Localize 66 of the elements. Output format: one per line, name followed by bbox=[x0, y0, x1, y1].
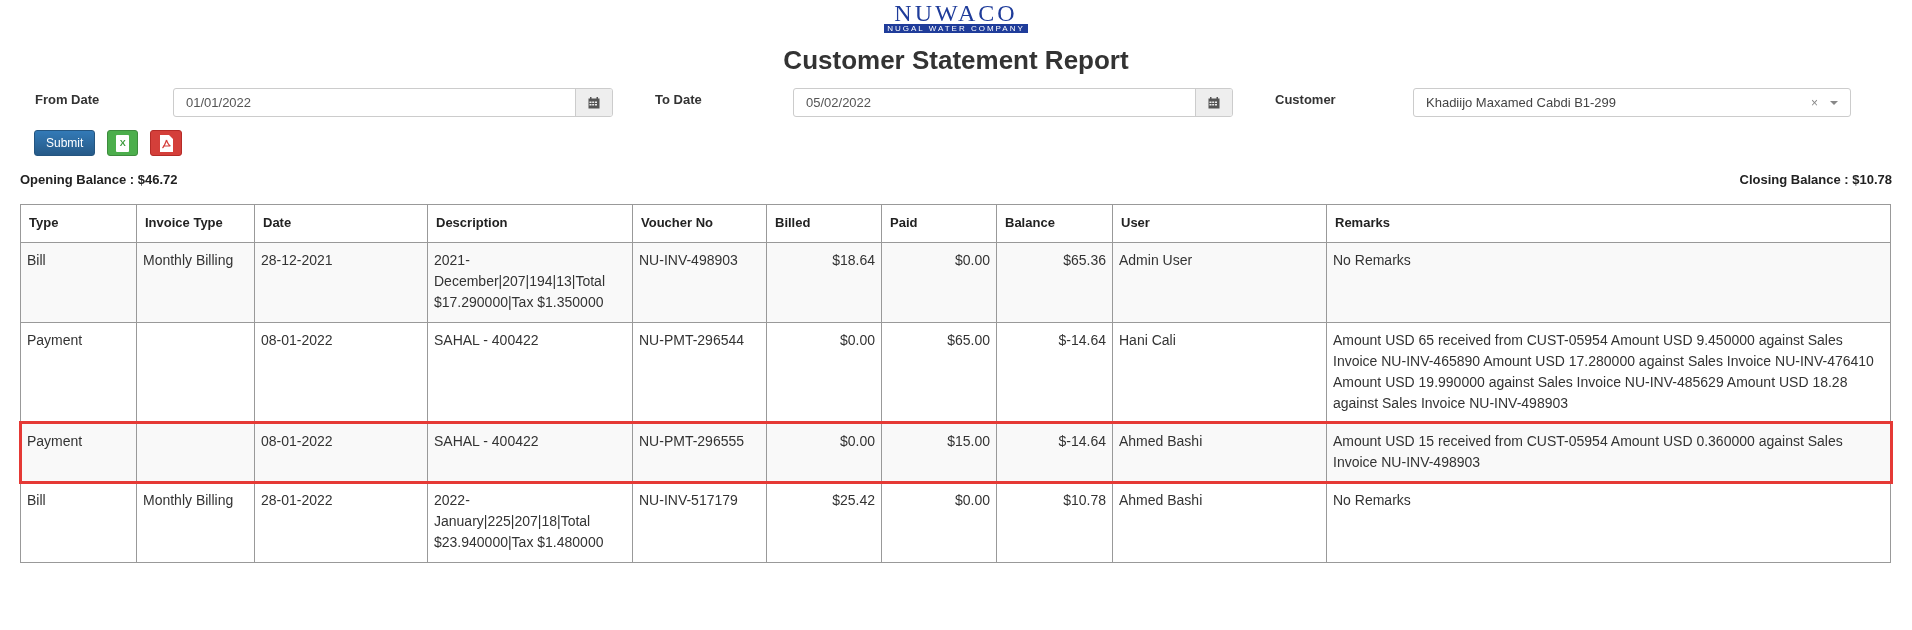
table-cell: Payment bbox=[27, 432, 83, 449]
date-field[interactable]: 05/02/2022 bbox=[793, 88, 1233, 117]
table-cell: SAHAL - 400422 bbox=[434, 331, 539, 348]
table-cell: No Remarks bbox=[1333, 491, 1411, 508]
table-cell: $15.00 bbox=[947, 432, 990, 449]
table-cell: Admin User bbox=[1119, 251, 1193, 268]
table-cell: SAHAL - 400422 bbox=[434, 432, 539, 449]
column-header: Date bbox=[254, 204, 428, 242]
table-cell: $-14.64 bbox=[1058, 432, 1106, 449]
table-cell: 08-01-2022 bbox=[261, 432, 333, 449]
table-cell: Amount USD 15 received from CUST-05954 Amount USD 0.360000 against Sales Invoice NU-INV-498903 bbox=[1333, 432, 1843, 470]
table-cell: NU-INV-517179 bbox=[639, 491, 738, 508]
table-cell: $18.64 bbox=[832, 251, 875, 268]
excel-export-button[interactable]: X bbox=[107, 130, 139, 156]
column-header: User bbox=[1112, 204, 1327, 242]
column-header: Description bbox=[427, 204, 633, 242]
table-cell: $25.42 bbox=[832, 491, 875, 508]
table-cell: Payment bbox=[27, 331, 83, 348]
table-cell: $-14.64 bbox=[1058, 331, 1106, 348]
table-cell: $65.36 bbox=[1063, 251, 1106, 268]
date-field[interactable]: 01/01/2022 bbox=[173, 88, 613, 117]
table-cell: Hani Cali bbox=[1119, 331, 1176, 348]
report-title: Customer Statement Report bbox=[782, 45, 1130, 75]
column-header: Paid bbox=[881, 204, 997, 242]
table-cell: Monthly Billing bbox=[143, 251, 234, 268]
table-cell: $0.00 bbox=[954, 491, 990, 508]
pdf-export-button[interactable] bbox=[150, 130, 183, 156]
field-label: Customer bbox=[1274, 90, 1337, 109]
table-cell: 2021-December|207|194|13|Total $17.290000|Tax $1.350000 bbox=[434, 251, 605, 310]
table-cell: Ahmed Bashi bbox=[1119, 491, 1203, 508]
pdf-file-icon bbox=[159, 134, 173, 152]
table-cell: NU-PMT-296544 bbox=[639, 331, 745, 348]
table-cell: 08-01-2022 bbox=[261, 331, 333, 348]
column-header: Invoice Type bbox=[136, 204, 255, 242]
closing-balance: Closing Balance : $10.78 bbox=[1739, 171, 1892, 189]
calendar-icon bbox=[588, 96, 600, 109]
column-header: Type bbox=[20, 204, 137, 242]
caret-icon bbox=[1830, 100, 1838, 105]
table-cell: No Remarks bbox=[1333, 251, 1411, 268]
column-header: Billed bbox=[766, 204, 882, 242]
table-cell: $0.00 bbox=[839, 331, 875, 348]
table-cell: $10.78 bbox=[1063, 491, 1106, 508]
table-cell: Bill bbox=[27, 491, 46, 508]
column-header: Voucher No bbox=[632, 204, 767, 242]
table-cell: NU-PMT-296555 bbox=[639, 432, 745, 449]
table-cell: $0.00 bbox=[839, 432, 875, 449]
table-cell: 2022-January|225|207|18|Total $23.940000|Tax $1.480000 bbox=[434, 491, 604, 550]
opening-balance: Opening Balance : $46.72 bbox=[20, 171, 178, 189]
table-cell: $65.00 bbox=[947, 331, 990, 348]
table-cell: 28-01-2022 bbox=[261, 491, 333, 508]
company-logo: NUWACO NUGAL WATER COMPANY bbox=[884, 2, 1028, 33]
table-cell: Ahmed Bashi bbox=[1119, 432, 1203, 449]
field-label: From Date bbox=[34, 90, 101, 109]
table-cell: Amount USD 65 received from CUST-05954 Amount USD 9.450000 against Sales Invoice NU-INV-465890 Amount USD 17.280000 against Sales Invoice NU-INV-476410 Amount USD 19.990000 against Sales Invoice NU-INV-485629 Amount USD 18.28 against Sales Invoice NU-INV-498903 bbox=[1333, 331, 1874, 411]
table-cell: Monthly Billing bbox=[143, 491, 234, 508]
column-header: Balance bbox=[996, 204, 1113, 242]
column-header: Remarks bbox=[1326, 204, 1891, 242]
clear-icon[interactable]: × bbox=[1811, 93, 1818, 112]
table-cell: $0.00 bbox=[954, 251, 990, 268]
customer-select[interactable]: Khadiijo Maxamed Cabdi B1-299 × bbox=[1413, 88, 1851, 117]
table-cell: 28-12-2021 bbox=[261, 251, 333, 268]
calendar-icon bbox=[1208, 96, 1220, 109]
table-cell: Bill bbox=[27, 251, 46, 268]
submit-button[interactable]: Submit bbox=[34, 130, 96, 156]
table-cell: NU-INV-498903 bbox=[639, 251, 738, 268]
field-label: To Date bbox=[654, 90, 703, 109]
